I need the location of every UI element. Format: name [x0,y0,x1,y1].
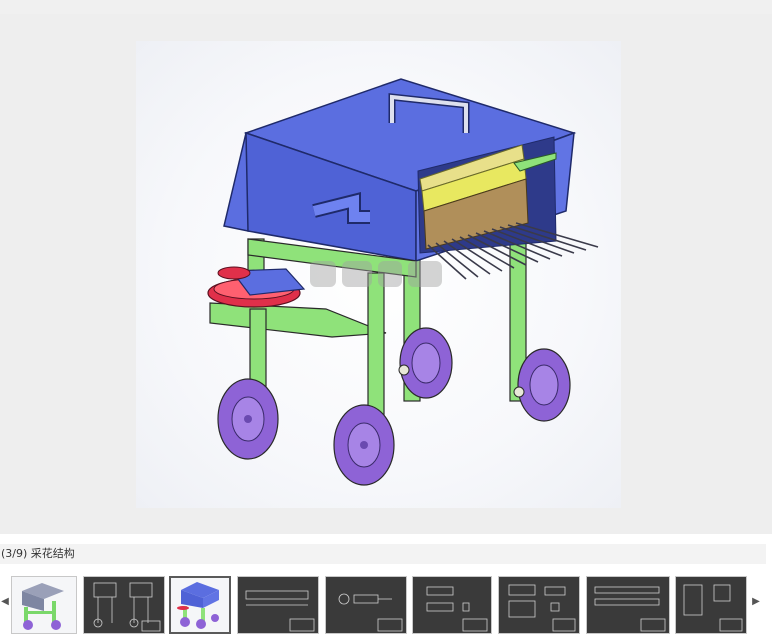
watermark [310,258,448,290]
thumbnail-drawing-icon [683,584,743,632]
thumbnail-render-icon [22,583,64,630]
thumbnail-drawing-icon [426,586,488,632]
thumbnail-4[interactable] [237,576,319,634]
chevron-left-icon[interactable]: ◀ [0,590,10,614]
thumbnail-8[interactable] [586,576,670,634]
image-viewer: (3/9) 采花结构 ◀ ▶ [0,0,772,644]
thumbnail-render-icon [177,582,219,629]
thumbnail-drawing-icon [594,586,666,632]
thumbnail-5[interactable] [325,576,407,634]
image-caption: (3/9) 采花结构 [0,544,766,564]
thumbnail-6[interactable] [412,576,492,634]
chevron-right-icon[interactable]: ▶ [751,590,761,614]
thumbnail-drawing-icon [93,582,161,632]
thumbnail-drawing-icon [508,584,576,632]
thumbnail-9[interactable] [675,576,747,634]
thumbnail-2[interactable] [83,576,165,634]
top-bar [0,0,772,14]
thumbnail-drawing-icon [338,593,403,632]
thumbnail-7[interactable] [498,576,580,634]
thumbnail-1[interactable] [11,576,77,634]
thumbnail-3[interactable] [169,576,231,634]
thumbnail-drawing-icon [245,590,315,632]
